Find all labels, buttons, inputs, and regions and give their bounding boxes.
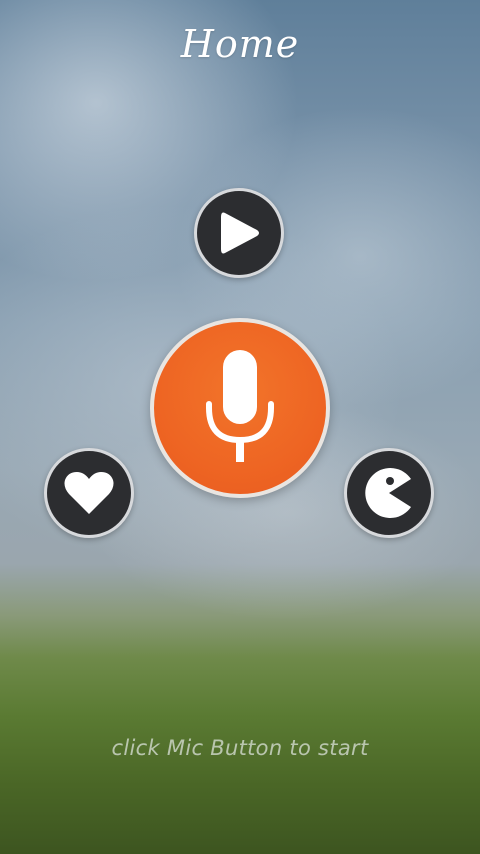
mic-button[interactable] [150,318,330,498]
game-button[interactable] [344,448,434,538]
start-hint: click Mic Button to start [111,736,369,760]
play-icon [217,209,261,257]
microphone-icon [205,350,275,466]
pacman-icon [363,467,415,519]
page-title: Home [180,22,300,66]
play-button[interactable] [194,188,284,278]
heart-icon [63,470,115,516]
favorite-button[interactable] [44,448,134,538]
